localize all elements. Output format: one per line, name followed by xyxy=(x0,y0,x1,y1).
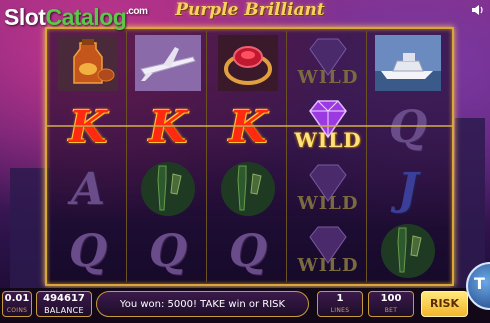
letter-q: Q xyxy=(228,225,268,277)
symbol-q: Q xyxy=(212,221,284,281)
diamond-icon xyxy=(309,226,347,264)
symbol-wild: WILD xyxy=(292,159,364,219)
letter-k: K xyxy=(68,101,108,153)
champagne-icon xyxy=(221,162,275,216)
coins-label: COINS xyxy=(6,307,28,314)
jet-icon xyxy=(135,35,201,91)
reel-2: K Q xyxy=(129,31,207,282)
watermark-logo: SlotCatalog .com xyxy=(4,4,148,31)
watermark-part2: Catalog xyxy=(45,4,127,30)
champagne-icon xyxy=(381,224,435,278)
ruby-ring-icon xyxy=(218,35,278,91)
symbol-k: K xyxy=(212,97,284,157)
balance-box: 494617 BALANCE xyxy=(36,291,92,317)
city-building xyxy=(455,118,485,288)
symbol-wild: WILD xyxy=(292,33,364,93)
symbol-a: A xyxy=(52,159,124,219)
balance-value: 494617 xyxy=(43,293,85,304)
reel-4: WILD WILD WILD WILD xyxy=(289,31,367,282)
win-message: You won: 5000! TAKE win or RISK xyxy=(96,291,309,317)
risk-button[interactable]: RISK xyxy=(421,291,468,317)
symbol-champagne xyxy=(372,221,444,281)
symbol-jet xyxy=(132,33,204,93)
letter-a: A xyxy=(70,163,106,215)
lines-box[interactable]: 1 LINES xyxy=(317,291,363,317)
letter-k: K xyxy=(148,101,188,153)
watermark-part1: Slot xyxy=(4,4,46,30)
letter-q: Q xyxy=(388,101,428,153)
reel-1: K A Q xyxy=(49,31,127,282)
city-building xyxy=(10,168,50,288)
symbol-champagne xyxy=(212,159,284,219)
cognac-icon xyxy=(58,35,118,91)
bet-box[interactable]: 100 BET xyxy=(368,291,414,317)
symbol-q: Q xyxy=(52,221,124,281)
reel-3: K Q xyxy=(209,31,287,282)
reel-5: Q J xyxy=(369,31,446,282)
symbol-champagne xyxy=(132,159,204,219)
letter-k: K xyxy=(228,101,268,153)
game-title: Purple Brilliant xyxy=(175,0,325,20)
balance-label: BALANCE xyxy=(44,306,84,315)
sound-icon[interactable] xyxy=(471,4,485,16)
lines-label: LINES xyxy=(330,307,350,314)
symbol-j: J xyxy=(372,159,444,219)
letter-q: Q xyxy=(68,225,108,277)
symbol-k: K xyxy=(52,97,124,157)
lines-value: 1 xyxy=(336,293,344,304)
symbol-yacht xyxy=(372,33,444,93)
symbol-q: Q xyxy=(132,221,204,281)
symbol-q: Q xyxy=(372,97,444,157)
bet-value: 100 xyxy=(380,293,402,304)
diamond-icon xyxy=(309,100,347,139)
bet-label: BET xyxy=(384,307,398,314)
reel-frame: K A Q K Q K Q WILD WILD WILD WILD Q J xyxy=(45,27,454,286)
symbol-cognac xyxy=(52,33,124,93)
symbol-wild: WILD xyxy=(292,221,364,281)
champagne-icon xyxy=(141,162,195,216)
yacht-icon xyxy=(375,35,441,91)
symbol-k: K xyxy=(132,97,204,157)
letter-j: J xyxy=(397,163,419,215)
letter-q: Q xyxy=(148,225,188,277)
watermark-suffix: .com xyxy=(126,6,148,17)
coins-box[interactable]: 0.01 COINS xyxy=(2,291,32,317)
diamond-icon xyxy=(309,38,347,76)
win-line xyxy=(45,125,452,127)
coins-value: 0.01 xyxy=(4,293,30,304)
diamond-icon xyxy=(309,164,347,202)
symbol-ruby-ring xyxy=(212,33,284,93)
